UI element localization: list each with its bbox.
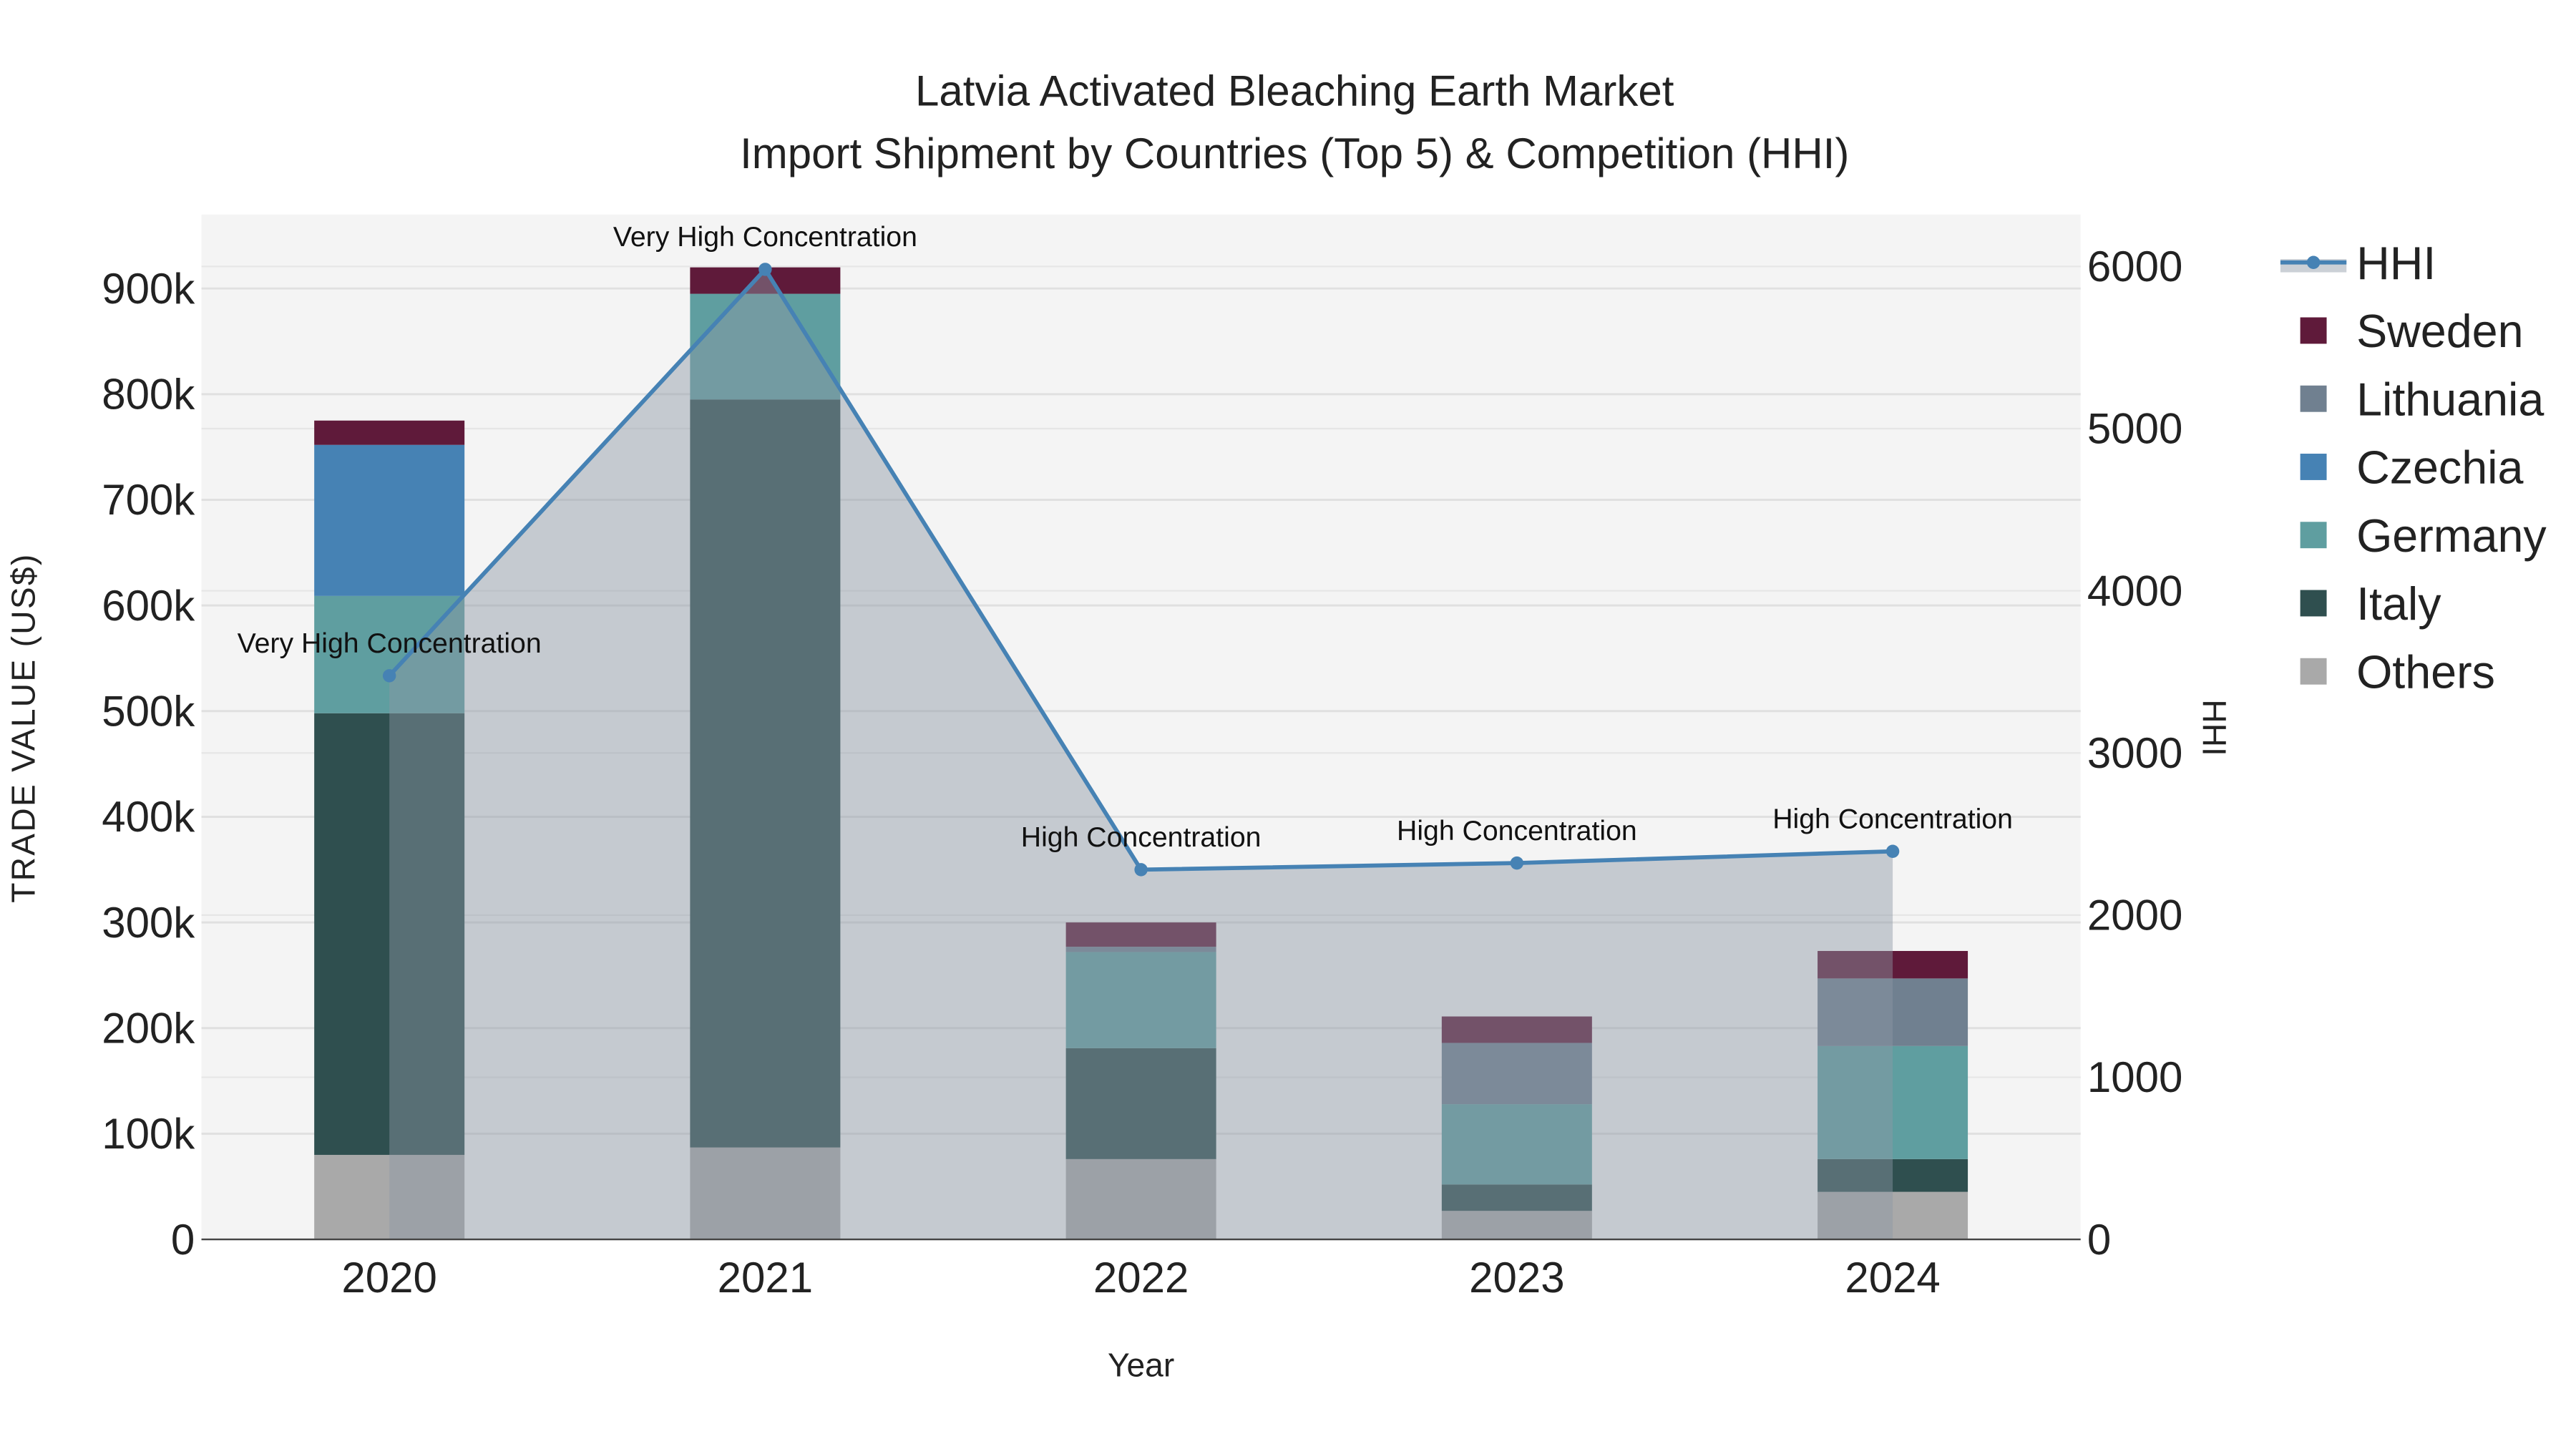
x-axis-title: Year [1108, 1347, 1174, 1384]
y2-tick-label: 1000 [2087, 1053, 2182, 1101]
y-tick-label: 500k [102, 688, 195, 736]
legend-label-germany: Germany [2356, 510, 2547, 562]
hhi-annotation: High Concentration [1772, 804, 2013, 835]
y2-tick-label: 3000 [2087, 729, 2182, 777]
y-tick-label: 700k [102, 476, 195, 524]
y-tick-label: 800k [102, 371, 195, 419]
y2-tick-label: 0 [2087, 1216, 2111, 1264]
hhi-point-2023 [1510, 856, 1524, 870]
legend-swatch-lithuania [2300, 385, 2327, 412]
y2-axis: 0 1000 2000 3000 4000 5000 6000 [2087, 243, 2182, 1264]
legend-label-others: Others [2356, 646, 2495, 698]
y2-tick-label: 2000 [2087, 892, 2182, 940]
x-tick-label: 2023 [1469, 1254, 1564, 1302]
hhi-annotation: High Concentration [1397, 816, 1637, 847]
x-tick-label: 2021 [718, 1254, 813, 1302]
y-tick-label: 300k [102, 899, 195, 947]
y2-tick-label: 5000 [2087, 405, 2182, 453]
chart-title: Latvia Activated Bleaching Earth Market [915, 67, 1674, 115]
y-axis: 0 100k 200k 300k 400k 500k 600k 700k 800k 900k [102, 265, 195, 1264]
legend-swatch-italy [2300, 590, 2327, 617]
y-tick-label: 0 [171, 1216, 195, 1264]
legend-swatch-others [2300, 658, 2327, 685]
legend-label-lithuania: Lithuania [2356, 374, 2544, 425]
legend-swatch-germany [2300, 522, 2327, 549]
y-tick-label: 400k [102, 793, 195, 841]
hhi-point-2021 [758, 263, 772, 276]
x-tick-label: 2022 [1093, 1254, 1189, 1302]
hhi-annotation: Very High Concentration [613, 222, 917, 253]
legend-swatch-sweden [2300, 317, 2327, 344]
hhi-annotation: Very High Concentration [238, 628, 542, 659]
legend-hhi-marker [2306, 255, 2321, 269]
bar-sweden-2020 [314, 420, 465, 445]
legend-label-sweden: Sweden [2356, 306, 2523, 357]
x-axis: 2020 2021 2022 2023 2024 [341, 1254, 1940, 1302]
legend-label-hhi: HHI [2356, 238, 2436, 289]
hhi-point-2020 [382, 669, 396, 683]
y-tick-label: 200k [102, 1005, 195, 1053]
hhi-annotation: High Concentration [1021, 822, 1262, 853]
y2-axis-title: HHI [2195, 699, 2233, 756]
bar-czechia-2020 [314, 444, 465, 596]
legend-swatch-czechia [2300, 454, 2327, 480]
hhi-point-2022 [1134, 863, 1148, 877]
y-tick-label: 900k [102, 265, 195, 313]
chart: Very High Concentration Very High Concent… [4, 67, 2547, 1384]
y-tick-label: 100k [102, 1110, 195, 1158]
y2-tick-label: 4000 [2087, 567, 2182, 615]
y-axis-title: TRADE VALUE (US$) [4, 552, 42, 902]
y-tick-label: 600k [102, 582, 195, 630]
chart-subtitle: Import Shipment by Countries (Top 5) & C… [740, 130, 1849, 177]
legend-label-czechia: Czechia [2356, 442, 2523, 494]
legend: HHI Sweden Lithuania Czechia Germany Italy Oth… [2280, 238, 2547, 698]
x-tick-label: 2024 [1845, 1254, 1940, 1302]
x-tick-label: 2020 [341, 1254, 436, 1302]
hhi-point-2024 [1885, 844, 1900, 859]
legend-label-italy: Italy [2356, 578, 2441, 630]
y2-tick-label: 6000 [2087, 243, 2182, 291]
